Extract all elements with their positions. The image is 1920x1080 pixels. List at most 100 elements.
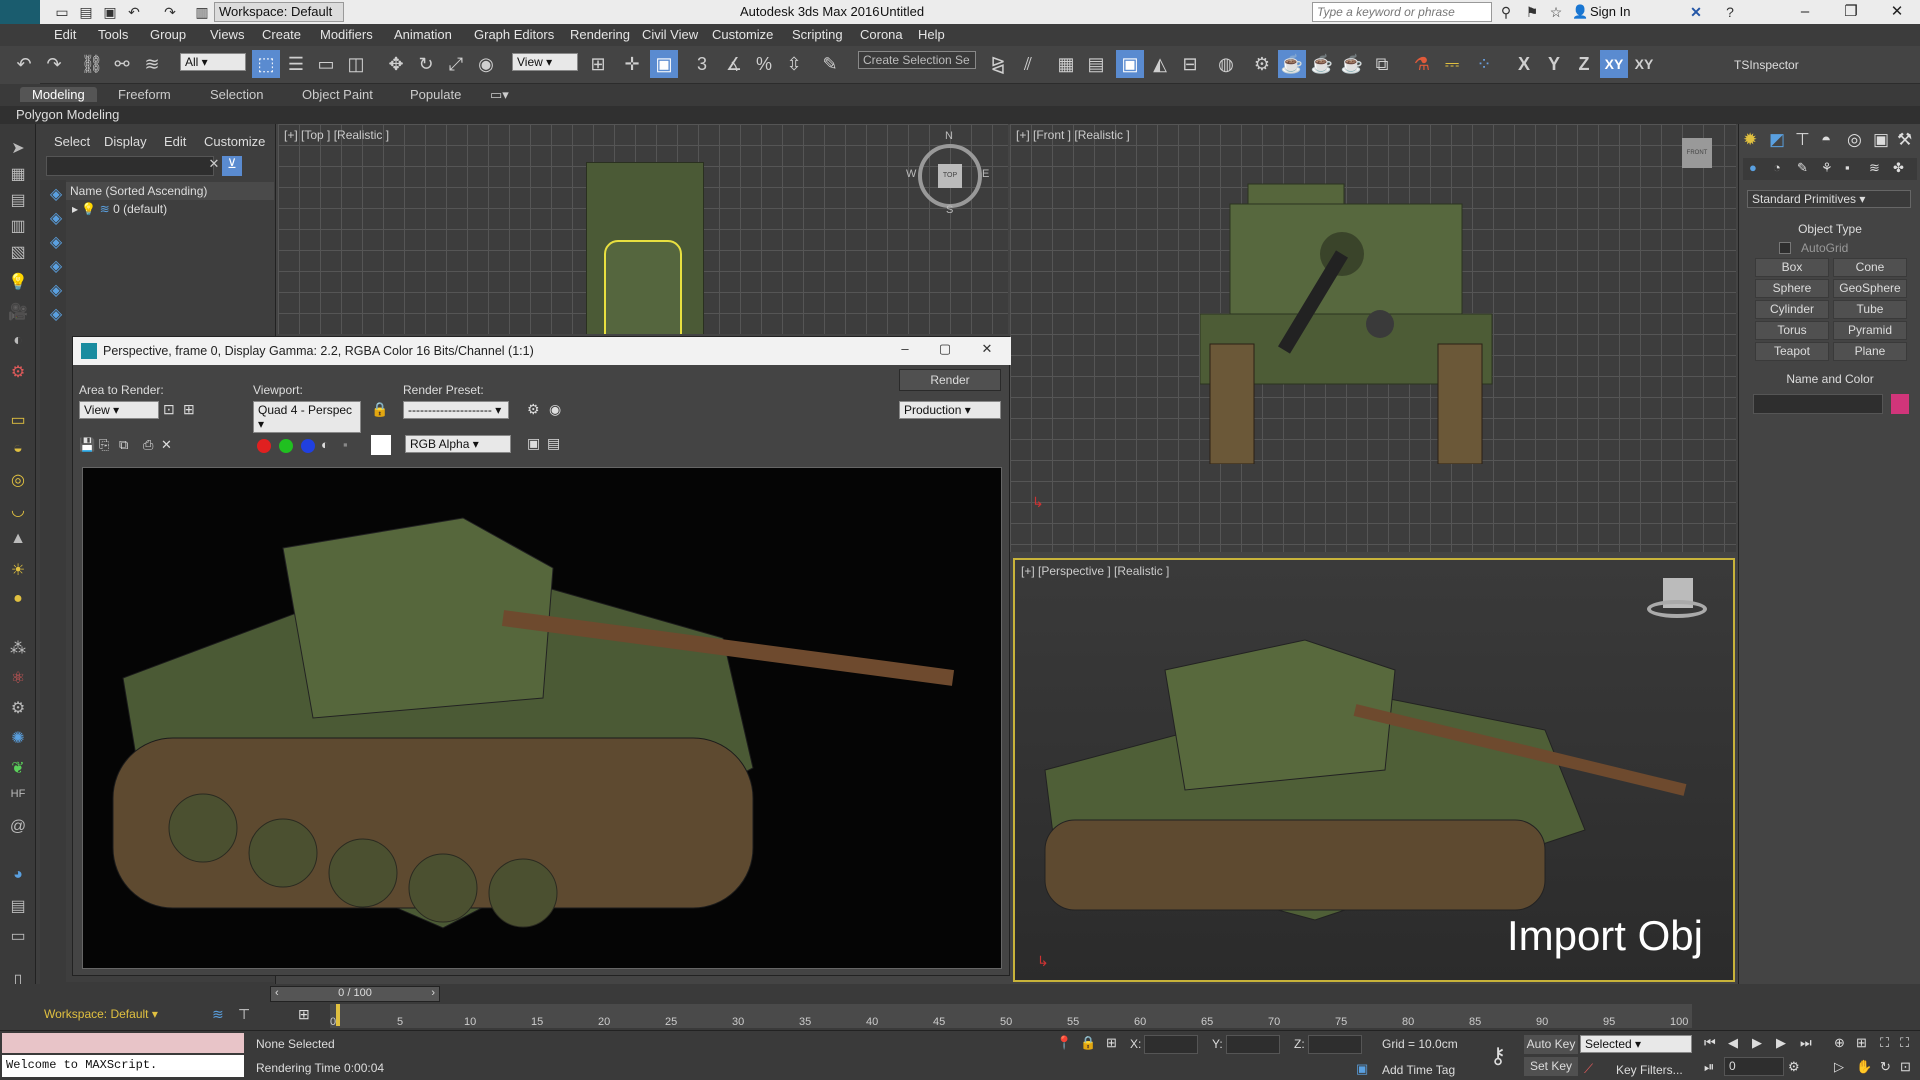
scene-menu-customize[interactable]: Customize bbox=[204, 134, 265, 149]
time-next-icon[interactable]: › bbox=[431, 987, 435, 999]
toggle-ribbon-icon[interactable]: ▤ bbox=[1082, 50, 1110, 78]
filter-icon[interactable]: ⊻ bbox=[222, 156, 242, 176]
render-in-cloud-icon[interactable]: ⧉ bbox=[1368, 50, 1396, 78]
menu-civil-view[interactable]: Civil View bbox=[642, 27, 698, 42]
create-tab-icon[interactable]: ✹ bbox=[1743, 130, 1757, 150]
bind-space-warp-icon[interactable]: ≋ bbox=[138, 50, 166, 78]
front-viewport[interactable]: [+] [Front ] [Realistic ] FRONT ↳ bbox=[1010, 124, 1736, 552]
menu-help[interactable]: Help bbox=[918, 27, 945, 42]
viewcube-perspective[interactable] bbox=[1647, 578, 1707, 622]
menu-group[interactable]: Group bbox=[150, 27, 186, 42]
light-bulb-icon[interactable]: 💡 bbox=[6, 272, 30, 294]
link-icon[interactable]: ⛓ bbox=[78, 50, 106, 78]
redo-icon[interactable]: ↷ bbox=[160, 2, 180, 22]
blue-channel-icon[interactable] bbox=[301, 439, 315, 453]
tab-freeform[interactable]: Freeform bbox=[118, 87, 171, 102]
material-editor-icon[interactable]: ◍ bbox=[1212, 50, 1240, 78]
previous-frame-icon[interactable]: ◀︎ bbox=[1728, 1035, 1738, 1051]
teapot-button[interactable]: Teapot bbox=[1755, 342, 1829, 361]
environment-icon[interactable]: ◉ bbox=[549, 401, 561, 418]
display-cameras-icon[interactable]: ◈ bbox=[44, 280, 68, 302]
play-icon[interactable]: ▶ bbox=[1752, 1035, 1762, 1051]
render-minimize-button[interactable]: – bbox=[885, 341, 925, 356]
time-marker[interactable] bbox=[336, 1004, 340, 1026]
polygon-modeling-label[interactable]: Polygon Modeling bbox=[16, 107, 119, 122]
spacewarps-icon[interactable]: ≋ bbox=[1869, 160, 1880, 176]
helpers-icon[interactable]: ▪ bbox=[1845, 160, 1850, 175]
menu-views[interactable]: Views bbox=[210, 27, 244, 42]
binoculars-icon[interactable]: ⚲ bbox=[1496, 2, 1516, 22]
sphere-button[interactable]: Sphere bbox=[1755, 279, 1829, 298]
production-dropdown[interactable]: Production ▾ bbox=[899, 401, 1001, 419]
layer-row[interactable]: ▸ 💡 ≋ 0 (default) bbox=[72, 202, 167, 216]
workspace-dropdown[interactable]: Workspace: Default ▾ bbox=[214, 2, 344, 34]
project-folder-icon[interactable]: ▥ bbox=[192, 2, 212, 22]
maxscript-listener-mini[interactable] bbox=[2, 1033, 244, 1053]
place-icon[interactable]: ◉ bbox=[472, 50, 500, 78]
time-config-icon[interactable]: ⚙ bbox=[1788, 1059, 1800, 1075]
display-lights-icon[interactable]: ◈ bbox=[44, 256, 68, 278]
time-prev-icon[interactable]: ‹ bbox=[275, 987, 279, 999]
systems-icon[interactable]: ✤ bbox=[1893, 160, 1904, 176]
geosphere-button[interactable]: GeoSphere bbox=[1833, 279, 1907, 298]
selection-set-dropdown[interactable]: Selected ▾ bbox=[1580, 1035, 1692, 1053]
save-icon[interactable]: ▣ bbox=[100, 2, 120, 22]
select-icon[interactable]: ➤ bbox=[6, 138, 30, 160]
camera-icon[interactable]: 🎥 bbox=[6, 302, 30, 324]
modify-tab-icon[interactable]: ◩ bbox=[1769, 130, 1785, 150]
schematic-view-icon[interactable]: ⊟ bbox=[1176, 50, 1204, 78]
display-tab-icon[interactable]: ◎ bbox=[1847, 130, 1862, 150]
key-mode-icon[interactable]: ⏯ bbox=[1704, 1059, 1714, 1075]
toggle-ui-icon[interactable]: ▤ bbox=[547, 435, 560, 452]
render-setup-icon[interactable]: ⚙ bbox=[527, 401, 540, 418]
zoom-all-icon[interactable]: ⊞ bbox=[1856, 1035, 1867, 1051]
undo-icon[interactable]: ↶ bbox=[124, 2, 144, 22]
clear-icon[interactable]: ✕ bbox=[161, 437, 172, 453]
viewport-label[interactable]: [+] [Top ] [Realistic ] bbox=[284, 128, 389, 142]
cone-icon[interactable]: ▲ bbox=[6, 530, 30, 552]
copy-image-icon[interactable]: ⎘ bbox=[99, 437, 109, 453]
tool-c-icon[interactable]: ⁘ bbox=[1470, 50, 1498, 78]
next-frame-icon[interactable]: ▶︎ bbox=[1776, 1035, 1786, 1051]
wrench-tab-icon[interactable]: ⚒ bbox=[1897, 130, 1912, 150]
key-filters-button[interactable]: Key Filters... bbox=[1616, 1063, 1683, 1077]
render-production-icon[interactable]: ☕ bbox=[1308, 50, 1336, 78]
angle-snap-icon[interactable]: ∡ bbox=[720, 50, 748, 78]
clear-search-icon[interactable]: ✕ bbox=[204, 156, 224, 176]
light-icon[interactable]: 💡 bbox=[81, 202, 96, 216]
minimize-button[interactable]: – bbox=[1782, 0, 1828, 24]
tab-modeling[interactable]: Modeling bbox=[20, 87, 97, 102]
systems-icon[interactable]: ⚙ bbox=[6, 362, 30, 384]
torus-button[interactable]: Torus bbox=[1755, 321, 1829, 340]
orbit-icon[interactable]: ↻ bbox=[1880, 1059, 1891, 1075]
keyboard-shortcut-override-icon[interactable]: ▣ bbox=[650, 50, 678, 78]
selection-filter-dropdown[interactable]: All ▾ bbox=[180, 53, 246, 71]
axis-xy-button[interactable]: XY bbox=[1600, 50, 1628, 78]
globe-icon[interactable]: ◕ bbox=[6, 866, 30, 888]
axis-y-button[interactable]: Y bbox=[1540, 50, 1568, 78]
lock-icon[interactable]: 🔒 bbox=[371, 401, 388, 418]
zoom-extents-icon[interactable]: ⛶ bbox=[1880, 1035, 1889, 1051]
perspective-viewport[interactable]: [+] [Perspective ] [Realistic ] Import O… bbox=[1013, 558, 1735, 982]
star-icon[interactable]: ☆ bbox=[1546, 2, 1566, 22]
toggle-ui-overlay-icon[interactable]: ▣ bbox=[527, 435, 540, 452]
undo-icon[interactable]: ↶ bbox=[10, 50, 38, 78]
zoom-icon[interactable]: ⊕ bbox=[1834, 1035, 1845, 1051]
hierarchy-view-icon[interactable]: ⊤ bbox=[238, 1006, 250, 1023]
scene-menu-select[interactable]: Select bbox=[54, 134, 90, 149]
go-to-start-icon[interactable]: ⏮ bbox=[1704, 1035, 1716, 1051]
menu-edit[interactable]: Edit bbox=[54, 27, 76, 42]
reference-coordinate-dropdown[interactable]: View ▾ bbox=[512, 53, 578, 71]
lights-icon[interactable]: ✎ bbox=[1797, 160, 1808, 176]
viewcube-top[interactable]: TOP bbox=[938, 164, 962, 188]
display-icon[interactable]: ▦ bbox=[6, 164, 30, 186]
motion-icon[interactable]: ▧ bbox=[6, 242, 30, 264]
monochrome-icon[interactable]: ▪ bbox=[343, 437, 348, 452]
mini-curve-editor-icon[interactable]: ⊞ bbox=[298, 1006, 310, 1023]
percent-snap-icon[interactable]: % bbox=[750, 50, 778, 78]
spiral-icon[interactable]: @ bbox=[6, 818, 30, 840]
menu-modifiers[interactable]: Modifiers bbox=[320, 27, 373, 42]
viewcube-compass[interactable]: TOP N E S W bbox=[906, 130, 989, 216]
primitive-category-dropdown[interactable]: Standard Primitives ▾ bbox=[1747, 190, 1911, 208]
mirror-icon[interactable]: ⧎ bbox=[984, 50, 1012, 78]
